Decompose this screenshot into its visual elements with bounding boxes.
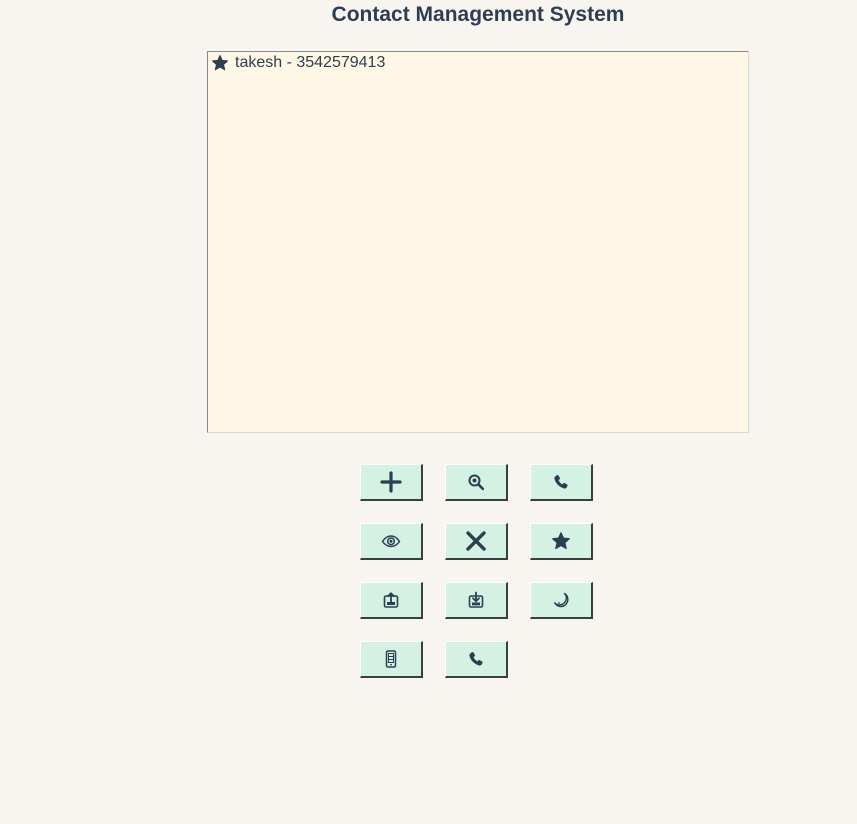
import-contacts-button[interactable] bbox=[445, 582, 508, 619]
export-contacts-button[interactable] bbox=[360, 582, 423, 619]
magnifier-icon bbox=[467, 473, 485, 491]
list-item[interactable]: takesh - 3542579413 bbox=[208, 53, 748, 73]
mobile-icon bbox=[384, 650, 398, 668]
moon-icon bbox=[552, 591, 570, 609]
plus-icon bbox=[380, 471, 402, 493]
page-title: Contact Management System bbox=[331, 3, 625, 26]
star-icon bbox=[211, 54, 229, 72]
eye-icon bbox=[381, 533, 401, 549]
star-icon bbox=[551, 531, 571, 551]
dark-mode-button[interactable] bbox=[530, 582, 593, 619]
phone-icon bbox=[552, 473, 570, 491]
view-contact-button[interactable] bbox=[360, 523, 423, 560]
phone-icon bbox=[467, 650, 485, 668]
dial-button[interactable] bbox=[445, 641, 508, 678]
export-icon bbox=[382, 591, 400, 609]
add-contact-button[interactable] bbox=[360, 464, 423, 501]
x-icon bbox=[465, 530, 487, 552]
call-contact-button[interactable] bbox=[530, 464, 593, 501]
search-contact-button[interactable] bbox=[445, 464, 508, 501]
delete-contact-button[interactable] bbox=[445, 523, 508, 560]
mobile-view-button[interactable] bbox=[360, 641, 423, 678]
favorite-contact-button[interactable] bbox=[530, 523, 593, 560]
contact-text: takesh - 3542579413 bbox=[235, 54, 386, 71]
import-icon bbox=[467, 591, 485, 609]
contact-list[interactable]: takesh - 3542579413 bbox=[207, 51, 749, 433]
